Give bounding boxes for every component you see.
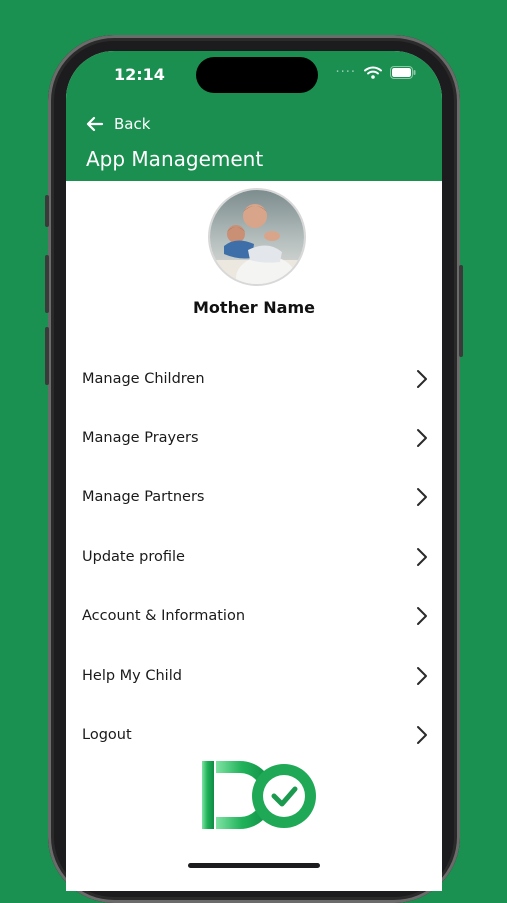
menu-list: Manage Children Manage Prayers Manage Pa… xyxy=(66,349,442,765)
phone-power-button xyxy=(459,265,463,357)
menu-item-label: Update profile xyxy=(82,548,185,565)
app-header: 12:14 ···· Back App Management xyxy=(66,51,442,181)
chevron-right-icon xyxy=(417,369,427,388)
menu-item-manage-partners[interactable]: Manage Partners xyxy=(66,468,442,527)
menu-item-label: Help My Child xyxy=(82,667,182,684)
chevron-right-icon xyxy=(417,429,427,448)
menu-item-logout[interactable]: Logout xyxy=(66,705,442,764)
chevron-right-icon xyxy=(417,547,427,566)
back-label: Back xyxy=(114,115,151,133)
menu-item-manage-prayers[interactable]: Manage Prayers xyxy=(66,408,442,467)
page-title: App Management xyxy=(86,147,264,171)
back-arrow-icon xyxy=(86,116,104,132)
status-icons: ···· xyxy=(335,66,416,79)
signal-dots-icon: ···· xyxy=(335,64,356,80)
home-indicator xyxy=(188,863,320,868)
menu-item-label: Manage Prayers xyxy=(82,430,199,447)
chevron-right-icon xyxy=(417,488,427,507)
status-time: 12:14 xyxy=(114,65,165,84)
profile-name: Mother Name xyxy=(193,298,315,317)
chevron-right-icon xyxy=(417,726,427,745)
menu-item-label: Manage Partners xyxy=(82,489,205,506)
menu-item-label: Manage Children xyxy=(82,370,205,387)
chevron-right-icon xyxy=(417,607,427,626)
menu-item-account-information[interactable]: Account & Information xyxy=(66,587,442,646)
phone-volume-down xyxy=(45,327,49,385)
chevron-right-icon xyxy=(417,666,427,685)
app-logo xyxy=(202,761,316,829)
battery-icon xyxy=(390,66,416,79)
dynamic-island xyxy=(196,57,318,93)
profile-photo xyxy=(210,190,304,284)
back-button[interactable]: Back xyxy=(86,115,150,133)
menu-item-help-my-child[interactable]: Help My Child xyxy=(66,646,442,705)
menu-item-label: Account & Information xyxy=(82,608,246,625)
avatar xyxy=(208,188,306,286)
wifi-icon xyxy=(364,66,382,79)
app-screen: 12:14 ···· Back App Management Mother Na… xyxy=(66,51,442,891)
menu-item-update-profile[interactable]: Update profile xyxy=(66,527,442,586)
menu-item-manage-children[interactable]: Manage Children xyxy=(66,349,442,408)
menu-item-label: Logout xyxy=(82,727,132,744)
phone-volume-up xyxy=(45,255,49,313)
phone-silent-switch xyxy=(45,195,49,227)
